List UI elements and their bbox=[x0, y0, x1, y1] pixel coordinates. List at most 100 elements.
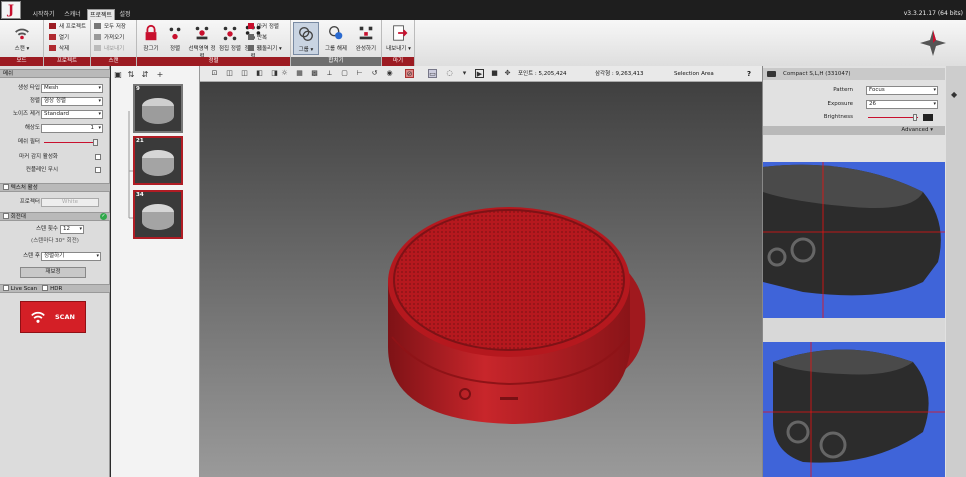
view-top-icon[interactable]: ◧ bbox=[255, 69, 264, 78]
add-scan-icon[interactable]: + bbox=[155, 69, 165, 80]
marker-detect-label: 마커 감지 활성화 bbox=[19, 154, 58, 160]
3d-viewport[interactable] bbox=[200, 82, 762, 477]
texture-view-icon[interactable]: ▩ bbox=[310, 69, 319, 78]
export-scan-button[interactable]: 내보내기 bbox=[94, 45, 124, 54]
delete-project-button[interactable]: 삭제 bbox=[49, 45, 69, 54]
after-scan-select[interactable]: 정렬하기 bbox=[41, 252, 101, 261]
measure-icon[interactable]: ⊢ bbox=[355, 69, 364, 78]
select-dropdown-icon[interactable]: ▾ bbox=[460, 69, 469, 78]
scan-number: 9 bbox=[136, 86, 140, 92]
group-button[interactable]: 그룹 ▾ bbox=[293, 22, 319, 55]
open-project-button[interactable]: 열기 bbox=[49, 34, 69, 43]
repeat-button[interactable]: 반복 bbox=[248, 34, 267, 43]
right-side-scrollbar[interactable]: ◆ bbox=[946, 66, 966, 477]
pan-icon[interactable]: ✥ bbox=[503, 69, 512, 78]
scan-mode-button[interactable]: 스캔 ▾ bbox=[5, 22, 39, 55]
brightness-slider[interactable] bbox=[868, 117, 918, 118]
lock-button[interactable]: 잠그기 bbox=[140, 22, 162, 55]
advanced-section-header[interactable]: Advanced ▾ bbox=[763, 126, 945, 135]
pin-icon[interactable]: ◆ bbox=[951, 90, 961, 100]
export-icon bbox=[94, 45, 101, 51]
marker-detect-row: 마커 감지 활성화 bbox=[0, 152, 110, 162]
pattern-select[interactable]: Focus bbox=[866, 86, 938, 95]
view-bottom-icon[interactable]: ◨ bbox=[270, 69, 279, 78]
axis-icon[interactable]: ⟂ bbox=[325, 69, 334, 78]
hide-icon[interactable]: ⊘ bbox=[405, 69, 414, 78]
help-icon[interactable]: ? bbox=[747, 69, 751, 79]
scan-preview-image bbox=[142, 98, 174, 124]
lock-label: 잠그기 bbox=[143, 46, 159, 52]
align-button[interactable]: 정렬 bbox=[164, 22, 186, 55]
triangles-label: 삼각형 : bbox=[595, 71, 614, 77]
alignment-row: 정렬 형상 정렬 bbox=[0, 96, 110, 106]
calibrate-button[interactable]: 재보정 bbox=[20, 267, 86, 278]
render-mode-icon[interactable]: ▦ bbox=[295, 69, 304, 78]
tab-project[interactable]: 프로젝트 bbox=[87, 9, 115, 20]
undo-button[interactable]: 되돌리기 ▾ bbox=[248, 45, 282, 54]
generation-type-label: 생성 타입 bbox=[18, 85, 40, 91]
sort-icon[interactable]: ⇅ bbox=[126, 69, 136, 80]
lock-icon bbox=[145, 24, 157, 41]
export-scan-label: 내보내기 bbox=[104, 46, 125, 52]
hdr-checkbox[interactable] bbox=[42, 285, 49, 291]
mesh-filter-slider[interactable] bbox=[44, 142, 98, 143]
generation-type-select[interactable]: Mesh bbox=[41, 84, 103, 93]
bounding-box-icon[interactable]: ▢ bbox=[340, 69, 349, 78]
triangles-stat: 삼각형 : 9,263,413 bbox=[595, 69, 644, 79]
view-toggle-icon[interactable]: ▣ bbox=[113, 69, 123, 80]
marker-align-button[interactable]: 마커 정렬 bbox=[248, 23, 279, 32]
delete-icon bbox=[49, 45, 56, 51]
point-align-button[interactable]: 점집 정렬 bbox=[218, 22, 242, 55]
save-all-button[interactable]: 모두 저장 bbox=[94, 23, 126, 32]
marker-icon bbox=[248, 23, 254, 29]
view-back-icon[interactable]: ◫ bbox=[240, 69, 249, 78]
wifi-scan-icon bbox=[15, 28, 29, 40]
select-rect-icon[interactable]: ▭ bbox=[428, 69, 437, 78]
camera-icon bbox=[767, 71, 776, 77]
brightness-slider-handle[interactable] bbox=[913, 114, 917, 121]
scan-button[interactable]: SCAN bbox=[20, 301, 86, 333]
scan-thumbnail[interactable]: 9 bbox=[133, 84, 183, 133]
fit-view-icon[interactable]: ⊡ bbox=[210, 69, 219, 78]
scan-thumbnail[interactable]: 21 bbox=[133, 136, 183, 185]
finalize-button[interactable]: 완성하기 bbox=[352, 22, 380, 55]
new-project-button[interactable]: 새 프로젝트 bbox=[49, 23, 86, 32]
group-label-scan: 스캔 bbox=[91, 57, 136, 66]
turntable-checkbox[interactable] bbox=[3, 213, 9, 219]
camera-view-icon[interactable]: ◉ bbox=[385, 69, 394, 78]
sort-order-icon[interactable]: ⇵ bbox=[140, 69, 150, 80]
repeat-label: 반복 bbox=[257, 35, 268, 41]
marker-detect-checkbox[interactable] bbox=[95, 154, 101, 160]
tab-settings[interactable]: 설정 bbox=[117, 9, 133, 20]
view-front-icon[interactable]: ◫ bbox=[225, 69, 234, 78]
texture-checkbox[interactable] bbox=[3, 184, 9, 190]
mesh-filter-slider-handle[interactable] bbox=[93, 139, 98, 146]
exposure-select[interactable]: 26 bbox=[866, 100, 938, 109]
light-icon[interactable]: ☼ bbox=[280, 69, 289, 78]
scan-thumbnail[interactable]: 34 bbox=[133, 190, 183, 239]
select-lasso-icon[interactable]: ◌ bbox=[445, 69, 454, 78]
ungroup-button[interactable]: 그룹 해제 bbox=[322, 22, 350, 55]
tab-start[interactable]: 시작하기 bbox=[30, 9, 57, 20]
projector-select[interactable]: White bbox=[41, 198, 99, 207]
ignore-plane-checkbox[interactable] bbox=[95, 167, 101, 173]
turntable-section-header[interactable]: 회전대 ✓ bbox=[0, 212, 110, 221]
app-logo[interactable]: J bbox=[1, 1, 21, 19]
brightness-toggle-icon[interactable] bbox=[923, 114, 933, 121]
resolution-spinner[interactable]: 1 bbox=[41, 124, 103, 133]
play-icon[interactable]: ▶ bbox=[475, 69, 484, 78]
scan-count-select[interactable]: 12 bbox=[60, 225, 84, 234]
tab-scanner[interactable]: 스캐너 bbox=[60, 9, 85, 20]
export-button[interactable]: 내보내기 ▾ bbox=[384, 22, 413, 55]
noise-removal-select[interactable]: Standard bbox=[41, 110, 103, 119]
open-project-label: 열기 bbox=[59, 35, 70, 41]
align-selection-button[interactable]: 선택영역 정렬 bbox=[188, 22, 216, 60]
reset-view-icon[interactable]: ↺ bbox=[370, 69, 379, 78]
alignment-select[interactable]: 형상 정렬 bbox=[41, 97, 103, 106]
texture-section-header[interactable]: 텍스처 활성 bbox=[0, 183, 110, 192]
stop-icon[interactable]: ■ bbox=[490, 69, 499, 78]
live-scan-checkbox[interactable] bbox=[3, 285, 9, 291]
brand-star-icon bbox=[920, 30, 946, 56]
ungroup-label: 그룹 해제 bbox=[325, 46, 347, 52]
import-button[interactable]: 가져오기 bbox=[94, 34, 124, 43]
